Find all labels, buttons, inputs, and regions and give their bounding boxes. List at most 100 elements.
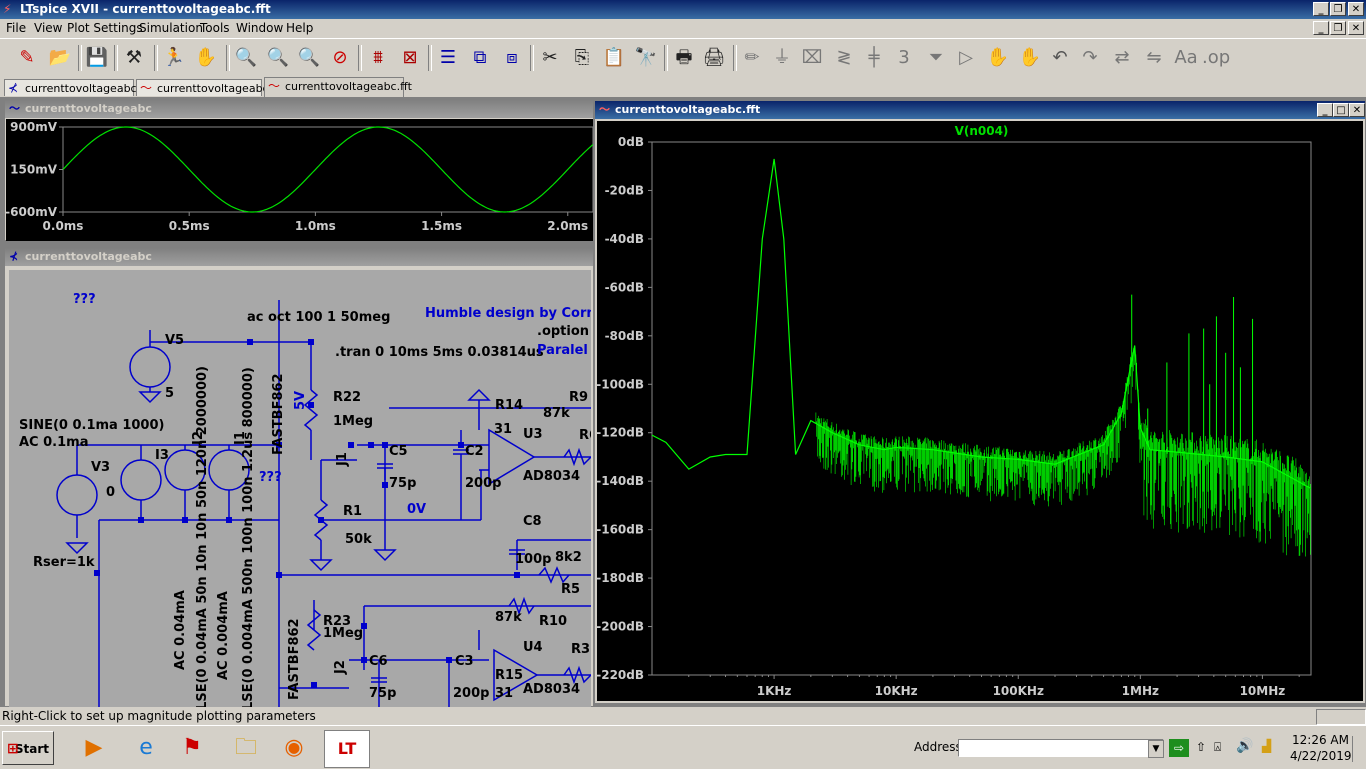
mdi-minimize-button[interactable]: _ [1313, 21, 1329, 35]
rotate-icon[interactable]: ⇄ [1108, 44, 1136, 72]
fft-ytick-label: -220dB [597, 668, 644, 682]
start-button[interactable]: ⊞ Start [2, 731, 54, 765]
paste-icon[interactable]: 📋 [600, 44, 628, 72]
fft-ytick-label: -40dB [605, 232, 644, 246]
fft-maximize-button[interactable]: □ [1333, 103, 1349, 117]
tab-waveform[interactable]: 〜 currenttovoltageabc [136, 79, 269, 96]
cascade-icon[interactable]: ⧉ [466, 44, 494, 72]
clock-date[interactable]: 4/22/2019 [1290, 749, 1352, 763]
go-button[interactable]: ⇨ [1169, 739, 1189, 757]
diode-icon[interactable]: ⏷ [922, 44, 950, 72]
menu-file[interactable]: File [6, 21, 26, 35]
fft-close-button[interactable]: ✕ [1349, 103, 1365, 117]
wave-xtick-label: 0.5ms [169, 219, 210, 233]
spice-directive-icon[interactable]: .op [1202, 44, 1230, 72]
cut-icon[interactable]: ✂ [536, 44, 564, 72]
fft-minimize-button[interactable]: _ [1317, 103, 1333, 117]
u3-label: U3 [523, 427, 543, 442]
wave-xtick-label: 0.0ms [43, 219, 84, 233]
address-input[interactable] [958, 739, 1164, 757]
v3-source [56, 474, 98, 516]
r5-value: 8k2 [555, 550, 582, 565]
wire-icon[interactable]: ✏ [738, 44, 766, 72]
tab-fft[interactable]: 〜 currenttovoltageabc.fft [264, 77, 412, 97]
address-dropdown-button[interactable]: ▼ [1148, 740, 1164, 758]
zoom-in-icon[interactable]: 🔍 [232, 44, 260, 72]
halt-icon[interactable]: ✋ [192, 44, 220, 72]
signal-icon[interactable]: ▟ [1262, 739, 1271, 753]
menu-window[interactable]: Window [236, 21, 283, 35]
tile-horizontal-icon[interactable]: ☰ [434, 44, 462, 72]
unknown-label-2: ??? [259, 470, 282, 485]
plot-icon[interactable]: ⊠ [396, 44, 424, 72]
network-icon[interactable]: ⍓ [1214, 740, 1221, 755]
acrobat-icon[interactable]: ⚑ [172, 730, 212, 766]
mdi-restore-button[interactable]: ❐ [1330, 21, 1346, 35]
menu-tools[interactable]: Tools [200, 21, 230, 35]
minimize-button[interactable]: _ [1313, 2, 1329, 16]
tray-up-arrow-icon[interactable]: ⇧ [1196, 740, 1206, 754]
fft-xtick-label: 1KHz [757, 684, 792, 698]
menu-simulation[interactable]: Simulation [139, 21, 203, 35]
mdi-close-button[interactable]: ✕ [1348, 21, 1364, 35]
redo-icon[interactable]: ↷ [1076, 44, 1104, 72]
zoom-full-icon[interactable]: 🔍 [295, 44, 323, 72]
ground-icon[interactable]: ⏚ [768, 44, 796, 72]
new-schematic-icon[interactable]: ✎ [13, 44, 41, 72]
component-icon[interactable]: ▷ [952, 44, 980, 72]
waveform-window-title: 〜 currenttovoltageabc [5, 100, 593, 118]
tile-vertical-icon[interactable]: ⧈ [498, 44, 526, 72]
r15-value: 31 [495, 686, 514, 701]
label-icon[interactable]: ⌧ [798, 44, 826, 72]
control-panel-icon[interactable]: ⚒ [120, 44, 148, 72]
move-icon[interactable]: ✋ [984, 44, 1012, 72]
run-icon[interactable]: 🏃 [160, 44, 188, 72]
save-icon[interactable]: 💾 [83, 44, 111, 72]
volume-icon[interactable]: 🔊 [1236, 738, 1253, 754]
tab-label: currenttovoltageabc.fft [285, 80, 412, 93]
schematic-title-text: currenttovoltageabc [25, 250, 152, 263]
waveform-window[interactable]: 〜 currenttovoltageabc 900mV 150mV -600mV 0.… [4, 99, 594, 241]
r22-label: R22 [333, 390, 362, 405]
schematic-canvas[interactable]: ??? V5 5 SINE(0 0.1ma 1000) AC 0.1ma V3 … [9, 270, 591, 708]
ie-icon[interactable]: e [126, 730, 166, 766]
waveform-tab-icon: 〜 [140, 81, 153, 95]
zoom-cancel-icon[interactable]: ⊘ [326, 44, 354, 72]
mirror-icon[interactable]: ⇋ [1140, 44, 1168, 72]
fft-ytick-label: -180dB [597, 571, 644, 585]
ltspice-icon[interactable]: LT [324, 730, 370, 768]
fft-plot[interactable]: V(n004) 0dB -20dB -40dB -60dB -80dB -100dB -120… [596, 121, 1363, 701]
copy-icon[interactable]: ⎘ [568, 44, 596, 72]
clock-time[interactable]: 12:26 AM [1292, 733, 1349, 747]
print-setup-icon[interactable]: 🖨 [700, 44, 728, 72]
fft-ytick-label: -200dB [597, 620, 644, 634]
zoom-out-icon[interactable]: 🔍 [264, 44, 292, 72]
menu-view[interactable]: View [34, 21, 62, 35]
inductor-icon[interactable]: 3 [890, 44, 918, 72]
waveform-plot[interactable]: 900mV 150mV -600mV 0.0ms 0.5ms 1.0ms 1.5ms 2.0m… [5, 119, 594, 241]
schematic-window[interactable]: ⊀ currenttovoltageabc ??? V5 5 SINE(0 0.… [4, 247, 594, 708]
print-icon[interactable]: 🖶 [670, 44, 698, 72]
fft-window[interactable]: 〜 currenttovoltageabc.fft _ □ ✕ V(n004) 0… [594, 100, 1366, 704]
restore-button[interactable]: ❐ [1330, 2, 1346, 16]
show-desktop-button[interactable] [1352, 736, 1363, 762]
capacitor-icon[interactable]: ╪ [860, 44, 888, 72]
text-icon[interactable]: Aa [1172, 44, 1200, 72]
waveform-title-text: currenttovoltageabc [25, 102, 152, 115]
drag-icon[interactable]: ✋ [1016, 44, 1044, 72]
menu-help[interactable]: Help [286, 21, 313, 35]
wave-series-line [62, 126, 594, 213]
undo-icon[interactable]: ↶ [1046, 44, 1074, 72]
explorer-icon[interactable]: 🗀 [226, 730, 266, 766]
close-button[interactable]: ✕ [1348, 2, 1364, 16]
media-player-icon[interactable]: ▶ [74, 730, 114, 766]
firefox-icon[interactable]: ◉ [274, 730, 314, 766]
fft-ytick-label: -100dB [597, 377, 644, 391]
open-icon[interactable]: 📂 [46, 44, 74, 72]
j1-label: J1 [335, 452, 350, 466]
menu-plot-settings[interactable]: Plot Settings [67, 21, 143, 35]
autorange-icon[interactable]: ⩩ [364, 44, 392, 72]
resistor-icon[interactable]: ≷ [830, 44, 858, 72]
tab-schematic[interactable]: ⊀ currenttovoltageabc [4, 79, 137, 96]
find-icon[interactable]: 🔭 [632, 44, 660, 72]
